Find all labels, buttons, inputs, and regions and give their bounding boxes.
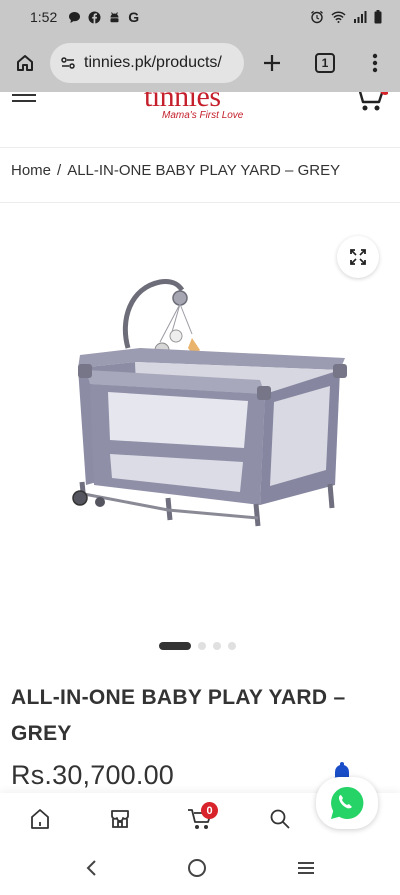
alarm-icon — [310, 10, 324, 24]
plus-icon — [264, 55, 280, 71]
tab-home[interactable] — [0, 793, 80, 845]
hamburger-menu-icon[interactable] — [12, 94, 36, 108]
breadcrumb-home-link[interactable]: Home — [11, 162, 51, 179]
battery-icon — [374, 10, 382, 24]
tab-shop[interactable] — [80, 793, 160, 845]
header-cart-icon[interactable] — [352, 92, 390, 112]
carousel-dot[interactable] — [159, 642, 191, 650]
new-tab-button[interactable] — [244, 34, 300, 92]
search-icon — [270, 809, 290, 829]
more-vert-icon — [372, 53, 378, 73]
whatsapp-icon — [331, 786, 364, 819]
breadcrumb: Home / ALL-IN-ONE BABY PLAY YARD – GREY — [11, 162, 340, 179]
carousel-dot[interactable] — [228, 642, 236, 650]
recents-icon — [297, 861, 314, 874]
browser-home-button[interactable] — [0, 34, 50, 92]
home-icon — [31, 809, 49, 829]
carousel-dot[interactable] — [198, 642, 206, 650]
whatsapp-button[interactable] — [316, 777, 378, 829]
url-text: tinnies.pk/products/ — [84, 54, 222, 71]
tab-search[interactable] — [240, 793, 320, 845]
browser-toolbar: tinnies.pk/products/ 1 — [0, 34, 400, 92]
tab-cart[interactable]: 0 — [160, 793, 240, 845]
product-image[interactable] — [60, 270, 350, 570]
breadcrumb-separator: / — [57, 162, 62, 179]
mobile-hub — [172, 290, 188, 306]
facebook-icon — [88, 11, 101, 24]
back-icon — [86, 859, 97, 876]
shop-icon — [111, 810, 129, 828]
breadcrumb-current: ALL-IN-ONE BABY PLAY YARD – GREY — [67, 162, 341, 179]
carousel-dots — [159, 642, 236, 650]
android-icon — [108, 11, 121, 24]
play-yard-wheel — [95, 497, 105, 507]
address-bar[interactable]: tinnies.pk/products/ — [50, 43, 244, 83]
tab-count: 1 — [315, 53, 335, 73]
home-icon — [17, 55, 33, 71]
tab-switcher-button[interactable]: 1 — [300, 34, 350, 92]
logo-tagline: Mama's First Love — [162, 110, 244, 121]
status-time: 1:52 — [30, 9, 58, 25]
wifi-icon — [331, 11, 346, 23]
google-icon: G — [128, 9, 140, 25]
status-bar: 1:52 G — [0, 0, 400, 34]
play-yard-wheel — [72, 490, 88, 506]
carousel-dot[interactable] — [213, 642, 221, 650]
chat-icon — [68, 11, 81, 24]
signal-icon — [353, 11, 367, 23]
site-header: tinnies Mama's First Love — [0, 92, 400, 148]
product-title: ALL-IN-ONE BABY PLAY YARD – GREY — [11, 686, 346, 745]
toy-sheep — [169, 329, 183, 343]
site-settings-icon[interactable] — [60, 55, 76, 71]
site-logo[interactable]: tinnies Mama's First Love — [140, 92, 260, 122]
circle-home-icon — [187, 858, 206, 877]
home-nav-button[interactable] — [187, 858, 207, 883]
cart-count-badge: 0 — [201, 802, 218, 819]
system-nav-bar — [0, 845, 400, 895]
product-price: Rs.30,700.00 — [11, 760, 175, 790]
back-nav-button[interactable] — [84, 859, 98, 882]
recents-nav-button[interactable] — [296, 860, 316, 881]
browser-menu-button[interactable] — [350, 34, 400, 92]
expand-icon — [350, 249, 366, 265]
